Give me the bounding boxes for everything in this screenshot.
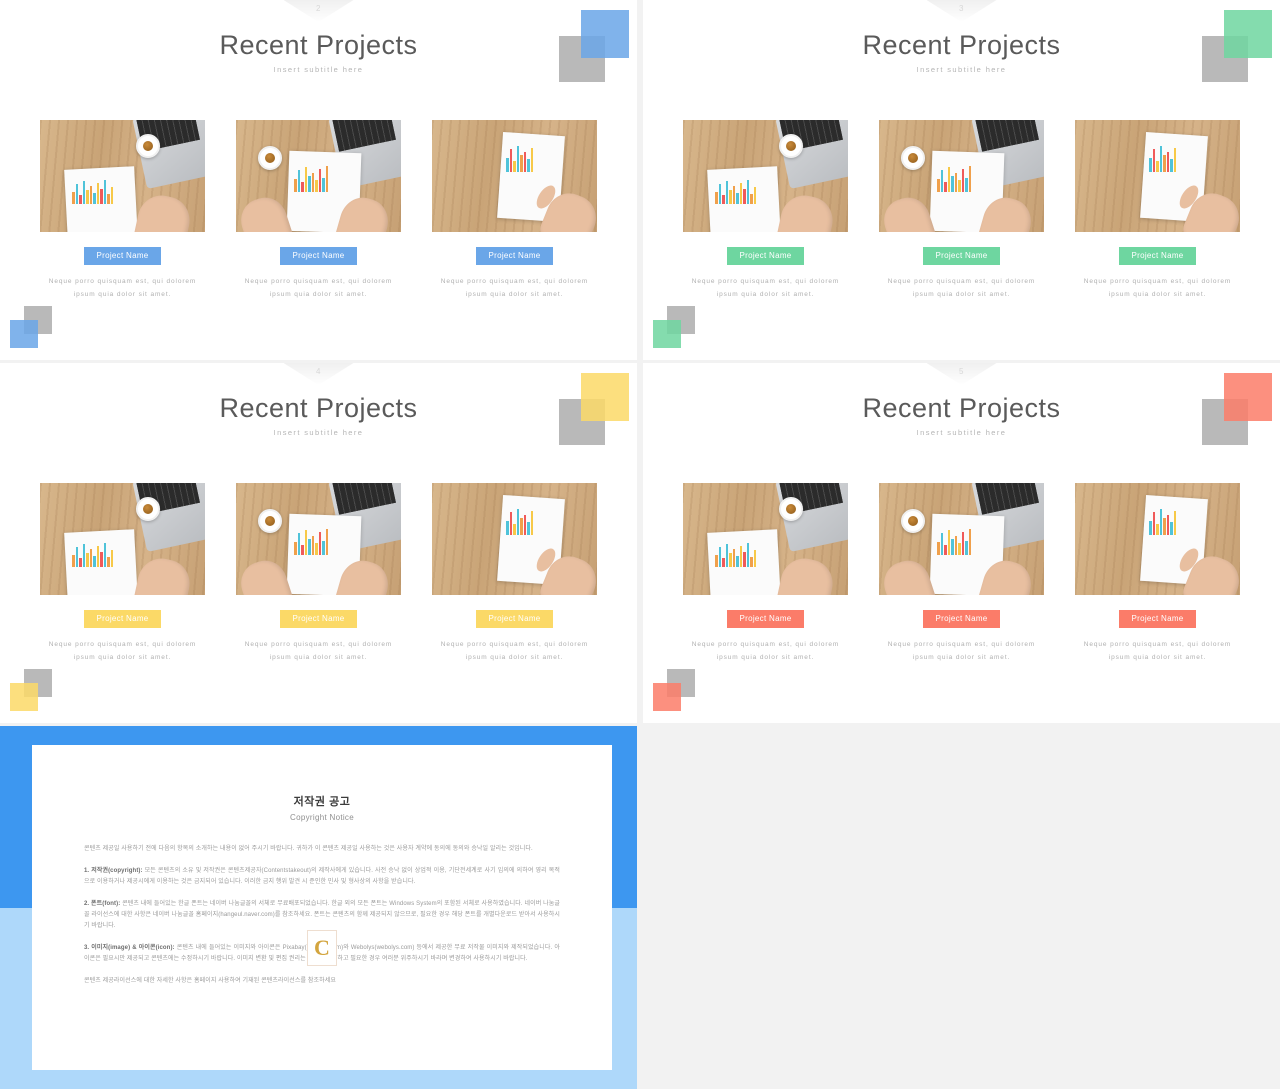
copyright-body: C 콘텐츠 제공일 사용하기 전에 다음의 항목의 소개하는 내용이 없어 주시… bbox=[84, 844, 560, 987]
copyright-item-2-body: 콘텐츠 내에 들어있는 한글 폰트는 네이버 나눔글꼴의 서체로 무료배포되었습… bbox=[84, 901, 560, 929]
project-description: Neque porro quisquam est, qui dolorem ip… bbox=[887, 278, 1036, 298]
project-thumbnail-image bbox=[879, 483, 1044, 595]
decor-squares-bottom-left bbox=[10, 669, 58, 713]
project-thumbnail-image bbox=[40, 483, 205, 595]
decor-square-accent bbox=[653, 683, 681, 711]
copyright-c-watermark-icon: C bbox=[307, 930, 337, 966]
presentation-preview-canvas: 2 Recent Projects Insert subtitle here P… bbox=[0, 0, 1280, 1089]
project-card[interactable]: Project Name Neque porro quisquam est, q… bbox=[40, 120, 205, 301]
project-card[interactable]: Project Name Neque porro quisquam est, q… bbox=[879, 483, 1044, 664]
slide-title: Recent Projects bbox=[862, 30, 1061, 60]
project-name-pill[interactable]: Project Name bbox=[84, 610, 161, 628]
project-thumbnail-image bbox=[236, 483, 401, 595]
slide-title: Recent Projects bbox=[219, 30, 418, 60]
copyright-title-en: Copyright Notice bbox=[290, 813, 354, 822]
decor-squares-bottom-left bbox=[653, 669, 701, 713]
project-description: Neque porro quisquam est, qui dolorem ip… bbox=[1083, 278, 1232, 298]
project-name-pill[interactable]: Project Name bbox=[1119, 610, 1196, 628]
project-thumbnail-image bbox=[879, 120, 1044, 232]
project-description: Neque porro quisquam est, qui dolorem ip… bbox=[440, 278, 589, 298]
slide-page-number: 5 bbox=[959, 367, 964, 376]
project-card[interactable]: Project Name Neque porro quisquam est, q… bbox=[432, 120, 597, 301]
copyright-title-ko: 저작권 공고 bbox=[293, 796, 351, 808]
project-card-row: Project Name Neque porro quisquam est, q… bbox=[683, 483, 1240, 664]
project-name-pill[interactable]: Project Name bbox=[727, 610, 804, 628]
project-name-pill[interactable]: Project Name bbox=[1119, 247, 1196, 265]
copyright-item-1-body: 모든 콘텐츠의 소유 및 저작권은 콘텐츠제공자(Contentstakeout… bbox=[84, 868, 560, 885]
project-thumbnail-image bbox=[432, 483, 597, 595]
project-description: Neque porro quisquam est, qui dolorem ip… bbox=[48, 278, 197, 298]
copyright-intro-paragraph: 콘텐츠 제공일 사용하기 전에 다음의 항목의 소개하는 내용이 없어 주시기 … bbox=[84, 846, 533, 852]
copyright-footer: 콘텐츠 제공라이선스에 대한 자세한 사항은 홈페이지 사용하여 기재된 콘텐츠… bbox=[84, 978, 336, 984]
project-name-pill[interactable]: Project Name bbox=[476, 247, 553, 265]
project-card[interactable]: Project Name Neque porro quisquam est, q… bbox=[432, 483, 597, 664]
project-description: Neque porro quisquam est, qui dolorem ip… bbox=[691, 278, 840, 298]
copyright-sheet: 저작권 공고 Copyright Notice C 콘텐츠 제공일 사용하기 전… bbox=[32, 745, 612, 1070]
project-description: Neque porro quisquam est, qui dolorem ip… bbox=[691, 641, 840, 661]
slide-subtitle: Insert subtitle here bbox=[273, 428, 364, 437]
slide-thumbnail-5[interactable]: 5 Recent Projects Insert subtitle here P… bbox=[643, 363, 1280, 723]
slide-thumbnail-2[interactable]: 2 Recent Projects Insert subtitle here P… bbox=[0, 0, 637, 360]
decor-square-accent bbox=[10, 683, 38, 711]
project-thumbnail-image bbox=[40, 120, 205, 232]
slide-subtitle: Insert subtitle here bbox=[916, 65, 1007, 74]
project-thumbnail-image bbox=[683, 483, 848, 595]
project-description: Neque porro quisquam est, qui dolorem ip… bbox=[887, 641, 1036, 661]
project-description: Neque porro quisquam est, qui dolorem ip… bbox=[48, 641, 197, 661]
copyright-item-1: 1. 저작권(copyright): 모든 콘텐츠의 소유 및 저작권은 콘텐츠… bbox=[84, 866, 560, 888]
project-card[interactable]: Project Name Neque porro quisquam est, q… bbox=[1075, 120, 1240, 301]
decor-squares-bottom-left bbox=[10, 306, 58, 350]
project-thumbnail-image bbox=[432, 120, 597, 232]
copyright-item-2-heading: 2. 폰트(font): bbox=[84, 901, 121, 907]
slide-subtitle: Insert subtitle here bbox=[916, 428, 1007, 437]
project-thumbnail-image bbox=[1075, 483, 1240, 595]
slide-thumbnail-3[interactable]: 3 Recent Projects Insert subtitle here P… bbox=[643, 0, 1280, 360]
project-name-pill[interactable]: Project Name bbox=[476, 610, 553, 628]
project-thumbnail-image bbox=[236, 120, 401, 232]
slide-thumbnail-4[interactable]: 4 Recent Projects Insert subtitle here P… bbox=[0, 363, 637, 723]
project-card[interactable]: Project Name Neque porro quisquam est, q… bbox=[683, 483, 848, 664]
slide-page-number: 4 bbox=[316, 367, 321, 376]
decor-square-accent bbox=[10, 320, 38, 348]
slide-page-number: 3 bbox=[959, 4, 964, 13]
copyright-notice-slide[interactable]: 저작권 공고 Copyright Notice C 콘텐츠 제공일 사용하기 전… bbox=[0, 726, 637, 1089]
project-description: Neque porro quisquam est, qui dolorem ip… bbox=[244, 278, 393, 298]
project-name-pill[interactable]: Project Name bbox=[280, 247, 357, 265]
slide-page-number: 2 bbox=[316, 4, 321, 13]
project-card[interactable]: Project Name Neque porro quisquam est, q… bbox=[683, 120, 848, 301]
project-description: Neque porro quisquam est, qui dolorem ip… bbox=[440, 641, 589, 661]
slide-title: Recent Projects bbox=[219, 393, 418, 423]
project-name-pill[interactable]: Project Name bbox=[727, 247, 804, 265]
decor-square-accent bbox=[653, 320, 681, 348]
copyright-item-3-heading: 3. 이미지(image) & 아이콘(icon): bbox=[84, 945, 175, 951]
project-card[interactable]: Project Name Neque porro quisquam est, q… bbox=[40, 483, 205, 664]
copyright-item-1-heading: 1. 저작권(copyright): bbox=[84, 868, 143, 874]
project-thumbnail-image bbox=[1075, 120, 1240, 232]
project-name-pill[interactable]: Project Name bbox=[923, 610, 1000, 628]
slide-subtitle: Insert subtitle here bbox=[273, 65, 364, 74]
copyright-item-2: 2. 폰트(font): 콘텐츠 내에 들어있는 한글 폰트는 네이버 나눔글꼴… bbox=[84, 899, 560, 932]
project-card-row: Project Name Neque porro quisquam est, q… bbox=[683, 120, 1240, 301]
project-card[interactable]: Project Name Neque porro quisquam est, q… bbox=[1075, 483, 1240, 664]
project-card[interactable]: Project Name Neque porro quisquam est, q… bbox=[879, 120, 1044, 301]
project-name-pill[interactable]: Project Name bbox=[923, 247, 1000, 265]
project-description: Neque porro quisquam est, qui dolorem ip… bbox=[244, 641, 393, 661]
project-card[interactable]: Project Name Neque porro quisquam est, q… bbox=[236, 120, 401, 301]
slide-title: Recent Projects bbox=[862, 393, 1061, 423]
decor-squares-bottom-left bbox=[653, 306, 701, 350]
project-name-pill[interactable]: Project Name bbox=[280, 610, 357, 628]
project-card-row: Project Name Neque porro quisquam est, q… bbox=[40, 120, 597, 301]
project-thumbnail-image bbox=[683, 120, 848, 232]
project-name-pill[interactable]: Project Name bbox=[84, 247, 161, 265]
project-card[interactable]: Project Name Neque porro quisquam est, q… bbox=[236, 483, 401, 664]
project-description: Neque porro quisquam est, qui dolorem ip… bbox=[1083, 641, 1232, 661]
project-card-row: Project Name Neque porro quisquam est, q… bbox=[40, 483, 597, 664]
